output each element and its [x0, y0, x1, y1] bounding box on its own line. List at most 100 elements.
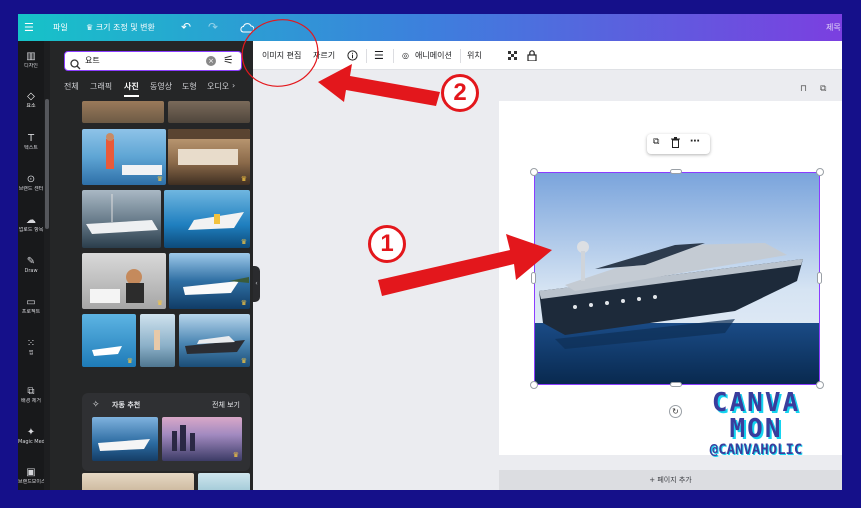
rail-item-draw[interactable]: ✎ Draw	[18, 256, 44, 275]
clear-search-icon[interactable]: ×	[206, 56, 216, 66]
undo-icon[interactable]: ↶	[181, 14, 191, 41]
panel-scrollbar[interactable]	[44, 41, 50, 490]
rail-item-projects[interactable]: ▭ 프로젝트	[18, 297, 44, 316]
tab-videos[interactable]: 동영상	[150, 81, 172, 92]
cloud-sync-icon[interactable]	[240, 14, 255, 41]
draw-icon: ✎	[26, 256, 36, 267]
resize-button[interactable]: ♛ 크기 조정 및 변환	[86, 14, 155, 41]
chevron-right-icon[interactable]: ›	[232, 81, 235, 90]
more-options-icon[interactable]: ⋯	[690, 136, 700, 147]
resize-handle-top-left[interactable]	[530, 168, 538, 176]
design-title[interactable]: 제목	[826, 14, 841, 41]
photo-thumbnail[interactable]: ♛	[82, 253, 166, 309]
crown-icon: ♛	[126, 357, 133, 365]
crown-icon: ♛	[240, 175, 247, 183]
photo-thumbnail[interactable]	[92, 417, 158, 461]
crown-icon: ♛	[240, 357, 247, 365]
divider	[393, 49, 394, 63]
canvamon-watermark: CANVA MON @CANVAHOLIC	[686, 390, 826, 458]
duplicate-page-icon[interactable]: ⧉	[820, 84, 826, 94]
resize-handle-right[interactable]	[817, 272, 822, 284]
text-icon: T	[27, 133, 35, 144]
rail-item-brand-voice[interactable]: ▣ 브랜드보이스	[18, 467, 44, 486]
bg-remove-icon: ⧉	[27, 386, 35, 397]
lock-page-icon[interactable]: ⊓	[800, 84, 807, 94]
brand-icon: ⊙	[26, 174, 36, 185]
crown-icon: ♛	[156, 299, 163, 307]
tab-audio[interactable]: 오디오	[207, 81, 229, 92]
edit-image-button[interactable]: 이미지 편집	[262, 41, 301, 70]
photo-thumbnail[interactable]: ♛	[179, 314, 250, 367]
watermark-line-2: MON	[729, 414, 783, 444]
rail-item-magic-media[interactable]: ✦ Magic Media	[18, 427, 44, 446]
info-icon[interactable]	[347, 41, 358, 70]
animate-icon: ◎	[402, 51, 409, 60]
resize-handle-top-right[interactable]	[816, 168, 824, 176]
divider	[460, 49, 461, 63]
resize-handle-top[interactable]	[670, 169, 682, 174]
context-toolbar: 이미지 편집 자르기 ☰ ◎ 애니메이션 위치	[253, 41, 842, 70]
divider	[366, 49, 367, 63]
scrollbar-thumb[interactable]	[45, 99, 49, 229]
resize-handle-bottom-right[interactable]	[816, 381, 824, 389]
top-bar: ☰ 파일 ♛ 크기 조정 및 변환 ↶ ↷ 제목	[18, 14, 842, 41]
rotate-icon[interactable]: ↻	[669, 405, 682, 418]
selected-yacht-image[interactable]	[534, 172, 820, 385]
resize-handle-bottom-left[interactable]	[530, 381, 538, 389]
rail-item-uploads[interactable]: ☁ 업로드 항목	[18, 215, 44, 234]
tab-graphics[interactable]: 그래픽	[90, 81, 112, 92]
rail-item-brand[interactable]: ⊙ 브랜드 센터	[18, 174, 44, 193]
tab-all[interactable]: 전체	[64, 81, 79, 92]
rail-item-apps[interactable]: ⁙ 앱	[18, 338, 44, 357]
magic-media-icon: ✦	[26, 427, 36, 438]
rail-item-elements[interactable]: ◇ 요소	[18, 91, 44, 110]
tab-photos[interactable]: 사진	[124, 81, 139, 97]
watermark-line-1: CANVA	[711, 388, 801, 418]
photo-thumbnail[interactable]: ♛	[82, 314, 136, 367]
collapse-panel-handle[interactable]: ‹	[253, 266, 260, 302]
elements-icon: ◇	[27, 91, 35, 102]
search-input[interactable]: 요트	[85, 52, 100, 70]
rail-item-text[interactable]: T 텍스트	[18, 133, 44, 152]
crown-icon: ♛	[240, 299, 247, 307]
animate-button[interactable]: 애니메이션	[415, 41, 452, 70]
duplicate-icon[interactable]: ⧉	[653, 137, 659, 147]
photo-thumbnail[interactable]: ♛	[162, 417, 242, 461]
file-menu[interactable]: 파일	[53, 14, 68, 41]
photo-thumbnail[interactable]	[198, 473, 250, 490]
crop-button[interactable]: 자르기	[313, 41, 335, 70]
line-weight-icon[interactable]: ☰	[374, 41, 384, 70]
trash-icon[interactable]	[671, 137, 680, 151]
tab-shapes[interactable]: 도형	[182, 81, 197, 92]
resize-handle-left[interactable]	[531, 272, 536, 284]
see-all-link[interactable]: 전체 보기	[212, 400, 240, 410]
auto-suggestions-title: 자동 추천	[112, 401, 141, 409]
panel-tabs: 전체 그래픽 사진 동영상 도형 오디오 ›	[64, 81, 244, 97]
photo-thumbnail[interactable]	[82, 190, 161, 248]
photo-thumbnail[interactable]: ♛	[82, 129, 166, 185]
photo-thumbnail[interactable]	[168, 101, 250, 123]
search-box[interactable]: 요트 × ⚟	[64, 51, 242, 71]
crown-icon: ♛	[232, 451, 239, 459]
position-button[interactable]: 위치	[467, 41, 482, 70]
photo-thumbnail[interactable]: ♛	[168, 129, 250, 185]
transparency-icon[interactable]	[508, 41, 518, 70]
crown-icon: ♛	[156, 175, 163, 183]
redo-icon[interactable]: ↷	[208, 14, 218, 41]
photo-thumbnail[interactable]	[140, 314, 175, 367]
menu-icon[interactable]: ☰	[24, 14, 34, 41]
rail-item-bg-remove[interactable]: ⧉ 배경 제거	[18, 386, 44, 405]
sparkle-icon: ✧	[92, 400, 100, 410]
lock-icon[interactable]	[527, 41, 537, 70]
upload-icon: ☁	[26, 215, 36, 226]
add-page-button[interactable]: + 페이지 추가	[499, 470, 842, 490]
filter-icon[interactable]: ⚟	[223, 53, 234, 67]
photo-thumbnail[interactable]: ♛	[164, 190, 250, 248]
elements-panel: 요트 × ⚟ 전체 그래픽 사진 동영상 도형 오디오 › ♛ ♛ ♛ ♛ ♛ …	[44, 41, 253, 490]
auto-suggestions-card: ✧ 자동 추천 전체 보기 ♛	[82, 393, 250, 471]
rail-item-design[interactable]: ▥ 디자인	[18, 51, 44, 70]
photo-thumbnail[interactable]	[82, 473, 194, 490]
photo-thumbnail[interactable]: ♛	[169, 253, 250, 309]
photo-thumbnail[interactable]	[82, 101, 164, 123]
resize-handle-bottom[interactable]	[670, 382, 682, 387]
